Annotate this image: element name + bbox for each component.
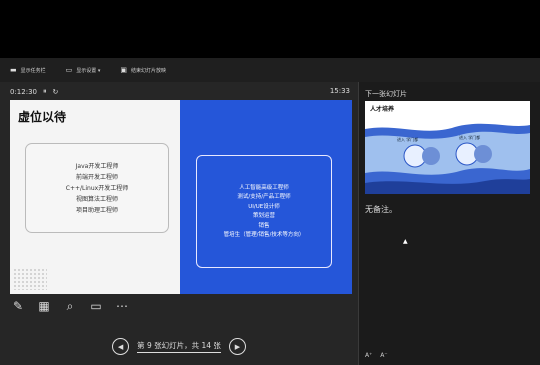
previous-slide-button[interactable]: ◀ xyxy=(112,338,130,355)
slides-grid-icon[interactable]: ▦ xyxy=(36,298,52,314)
zoom-icon[interactable]: ⌕ xyxy=(62,298,78,314)
slide-right-panel: 人工智能高级工程师 测试/支持/产品工程师 UI/UE设计师 策划运营 销售 管… xyxy=(180,100,352,294)
increase-font-button[interactable]: A⁺ xyxy=(365,352,372,359)
slide-navigation: ◀ 第 9 张幻灯片，共 14 张 ▶ xyxy=(0,338,358,355)
presenter-toolbar: ▬ 显示任务栏 ▭ 显示设置 ▾ ▣ 结束幻灯片放映 xyxy=(0,58,540,82)
reset-icon[interactable]: ↻ xyxy=(53,88,59,96)
toolbar-label: 结束幻灯片放映 xyxy=(131,67,167,74)
current-time: 15:33 xyxy=(329,87,350,95)
job-item: 测试/支持/产品工程师 xyxy=(237,194,291,200)
presenter-side-pane: 下一张幻灯片 人才培养 进入 学门都 进入 学门都 无备注。 ▲ A⁺ A⁻ xyxy=(358,82,540,365)
job-item: C++/Linux开发工程师 xyxy=(65,184,129,192)
window-title-area xyxy=(0,0,540,58)
arrow-left-icon: ◀ xyxy=(117,342,124,351)
screen-icon[interactable]: ▭ xyxy=(88,298,104,314)
job-item: 策划运营 xyxy=(252,213,275,219)
toolbar-display-settings[interactable]: ▭ 显示设置 ▾ xyxy=(66,66,101,74)
job-item: UI/UE设计师 xyxy=(248,203,280,210)
slide-title: 虚位以待 xyxy=(18,110,67,124)
dot-pattern-decoration xyxy=(13,268,47,290)
arrow-right-icon: ▶ xyxy=(234,342,241,351)
mouse-cursor-icon: ▲ xyxy=(403,238,408,245)
job-list-box-left: Java开发工程师 前端开发工程师 C++/Linux开发工程师 视图算法工程师… xyxy=(25,143,169,233)
display-settings-icon: ▭ xyxy=(65,66,73,74)
current-slide: 虚位以待 Java开发工程师 前端开发工程师 C++/Linux开发工程师 视图… xyxy=(10,100,352,294)
speaker-notes: 无备注。 xyxy=(365,205,397,214)
toolbar-label: 显示设置 ▾ xyxy=(76,67,101,74)
end-show-icon: ▣ xyxy=(120,66,127,74)
toolbar-label: 显示任务栏 xyxy=(20,67,46,74)
job-list-box-right: 人工智能高级工程师 测试/支持/产品工程师 UI/UE设计师 策划运营 销售 管… xyxy=(196,155,332,268)
presenter-tools: ✎ ▦ ⌕ ▭ ⋯ xyxy=(10,298,130,314)
toolbar-show-taskbar[interactable]: ▬ 显示任务栏 xyxy=(10,66,46,74)
presenter-main-pane: 0:12:30 ⏸ ↻ 15:33 虚位以待 Java开发工程师 前端开发工程师… xyxy=(0,82,358,365)
next-slide-button[interactable]: ▶ xyxy=(228,338,246,355)
slide-left-panel: 虚位以待 Java开发工程师 前端开发工程师 C++/Linux开发工程师 视图… xyxy=(10,100,180,294)
job-item: 管培生（管理/销售/技术等方向） xyxy=(223,232,305,238)
next-slide-label: 下一张幻灯片 xyxy=(365,90,407,98)
pause-icon[interactable]: ⏸ xyxy=(43,87,47,96)
job-item: 销售 xyxy=(258,222,270,229)
thumb-wave-graphic xyxy=(365,123,530,194)
notes-font-controls: A⁺ A⁻ xyxy=(365,352,388,359)
next-slide-thumbnail[interactable]: 人才培养 进入 学门都 进入 学门都 xyxy=(365,101,530,194)
pen-icon[interactable]: ✎ xyxy=(10,298,26,314)
job-item: Java开发工程师 xyxy=(75,162,119,170)
toolbar-end-show[interactable]: ▣ 结束幻灯片放映 xyxy=(120,66,166,74)
job-item: 人工智能高级工程师 xyxy=(239,184,289,191)
thumb-card-label: 进入 学门都 xyxy=(459,135,481,140)
slide-counter[interactable]: 第 9 张幻灯片，共 14 张 xyxy=(137,340,221,353)
job-item: 项目助理工程师 xyxy=(75,206,118,214)
timer-value: 0:12:30 xyxy=(10,87,37,96)
decrease-font-button[interactable]: A⁻ xyxy=(380,352,387,359)
slide-timer: 0:12:30 ⏸ ↻ xyxy=(10,87,58,96)
job-item: 前端开发工程师 xyxy=(75,173,118,181)
presenter-icon: ▬ xyxy=(10,66,17,74)
thumb-card-label: 进入 学门都 xyxy=(397,137,419,142)
job-item: 视图算法工程师 xyxy=(75,195,118,203)
more-options-icon[interactable]: ⋯ xyxy=(114,298,130,314)
